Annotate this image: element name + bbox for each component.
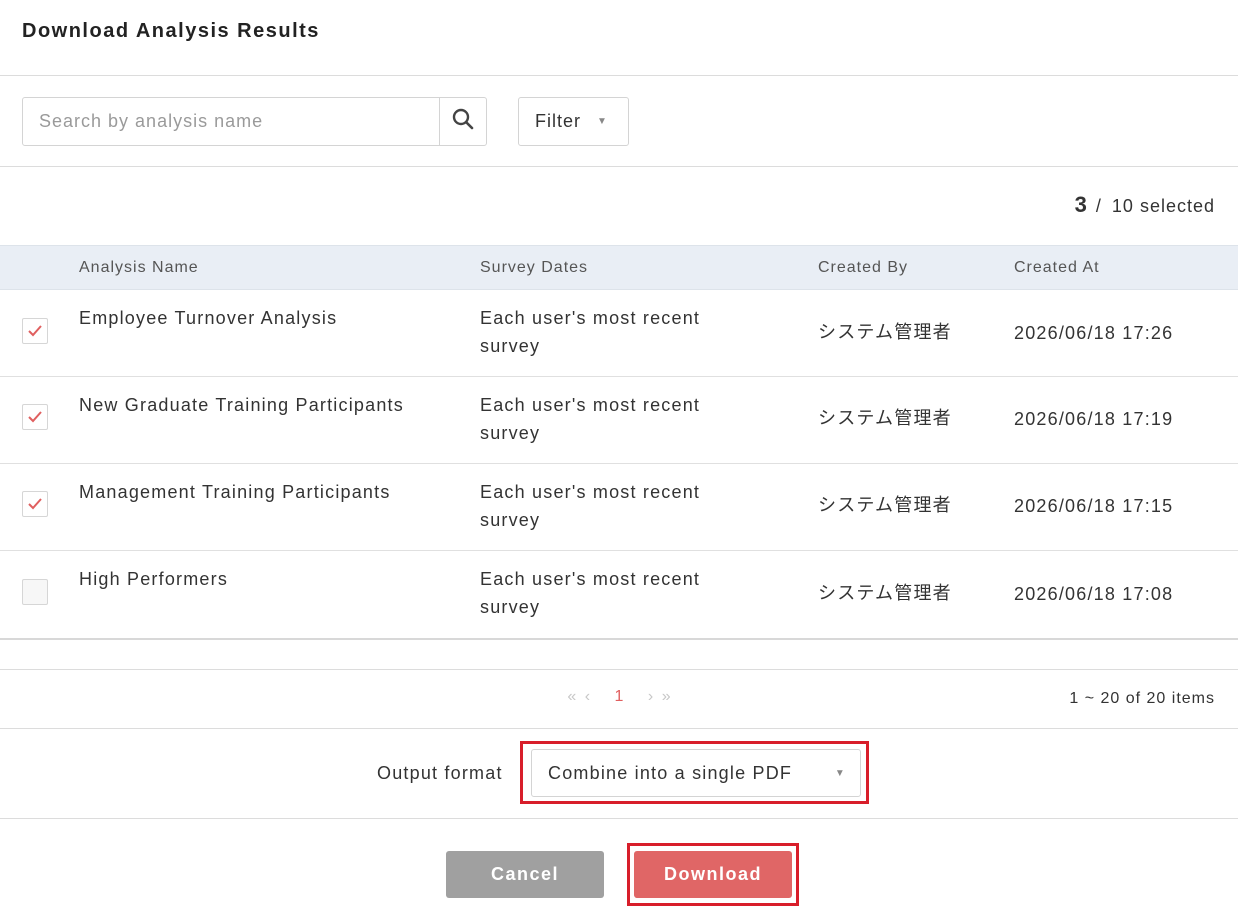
- column-header-analysis-name[interactable]: Analysis Name: [79, 259, 199, 277]
- first-page-button[interactable]: «: [567, 688, 576, 706]
- table-header: Analysis Name Survey Dates Created By Cr…: [0, 245, 1238, 290]
- table-bottom-border: [0, 638, 1238, 640]
- cancel-button[interactable]: Cancel: [446, 851, 604, 898]
- selection-separator: /: [1095, 196, 1102, 216]
- prev-page-button[interactable]: ‹: [585, 688, 590, 706]
- analysis-name: High Performers: [79, 569, 229, 589]
- row-checkbox[interactable]: [22, 579, 48, 605]
- survey-dates: Each user's most recent survey: [480, 304, 740, 360]
- table-row[interactable]: High Performers Each user's most recent …: [0, 551, 1238, 638]
- survey-dates: Each user's most recent survey: [480, 478, 740, 534]
- analysis-name: Management Training Participants: [79, 482, 391, 502]
- filter-dropdown[interactable]: Filter ▼: [518, 97, 629, 146]
- dialog-title: Download Analysis Results: [22, 20, 320, 42]
- output-format-label: Output format: [377, 763, 503, 783]
- created-at: 2026/06/18 17:08: [1014, 584, 1174, 604]
- survey-dates: Each user's most recent survey: [480, 565, 740, 621]
- search-icon: [452, 108, 474, 135]
- next-page-button[interactable]: ›: [648, 688, 653, 706]
- search-button[interactable]: [439, 98, 486, 145]
- table-row[interactable]: Employee Turnover Analysis Each user's m…: [0, 290, 1238, 377]
- created-at: 2026/06/18 17:26: [1014, 323, 1174, 343]
- divider: [0, 669, 1238, 670]
- divider: [0, 166, 1238, 167]
- survey-dates-line: Each user's most recent: [480, 482, 701, 502]
- checkmark-icon: [28, 498, 42, 510]
- caret-down-icon: ▼: [834, 767, 846, 779]
- divider: [0, 728, 1238, 729]
- table-row[interactable]: Management Training Participants Each us…: [0, 464, 1238, 551]
- search-box: [22, 97, 487, 146]
- survey-dates-line: survey: [480, 423, 541, 443]
- download-button[interactable]: Download: [634, 851, 792, 898]
- selected-count: 3: [1074, 192, 1088, 217]
- created-by: システム管理者: [818, 583, 952, 604]
- column-header-survey-dates[interactable]: Survey Dates: [480, 259, 588, 277]
- column-header-created-at[interactable]: Created At: [1014, 259, 1100, 277]
- survey-dates-line: Each user's most recent: [480, 569, 701, 589]
- divider: [0, 75, 1238, 76]
- analysis-name: New Graduate Training Participants: [79, 395, 404, 415]
- survey-dates-line: Each user's most recent: [480, 395, 701, 415]
- output-format-select[interactable]: Combine into a single PDF ▼: [531, 749, 861, 797]
- current-page[interactable]: 1: [615, 688, 624, 706]
- pagination: « ‹ 1 › »: [0, 688, 1238, 706]
- divider: [0, 818, 1238, 819]
- survey-dates-line: survey: [480, 510, 541, 530]
- output-format-value: Combine into a single PDF: [548, 762, 793, 783]
- filter-label: Filter: [535, 111, 581, 131]
- survey-dates-line: survey: [480, 597, 541, 617]
- survey-dates-line: Each user's most recent: [480, 308, 701, 328]
- caret-down-icon: ▼: [597, 116, 608, 127]
- created-by: システム管理者: [818, 495, 952, 516]
- created-by: システム管理者: [818, 322, 952, 343]
- created-at: 2026/06/18 17:19: [1014, 409, 1174, 429]
- search-input[interactable]: [23, 98, 439, 145]
- selection-total: 10 selected: [1111, 196, 1215, 216]
- column-header-created-by[interactable]: Created By: [818, 259, 908, 277]
- items-count: 1 ~ 20 of 20 items: [1069, 690, 1215, 707]
- created-at: 2026/06/18 17:15: [1014, 496, 1174, 516]
- survey-dates: Each user's most recent survey: [480, 391, 740, 447]
- row-checkbox[interactable]: [22, 318, 48, 344]
- checkmark-icon: [28, 411, 42, 423]
- selection-count: 3 / 10 selected: [1075, 192, 1215, 218]
- row-checkbox[interactable]: [22, 404, 48, 430]
- row-checkbox[interactable]: [22, 491, 48, 517]
- created-by: システム管理者: [818, 408, 952, 429]
- analysis-name: Employee Turnover Analysis: [79, 308, 338, 328]
- survey-dates-line: survey: [480, 336, 541, 356]
- checkmark-icon: [28, 325, 42, 337]
- table-row[interactable]: New Graduate Training Participants Each …: [0, 377, 1238, 464]
- last-page-button[interactable]: »: [662, 688, 671, 706]
